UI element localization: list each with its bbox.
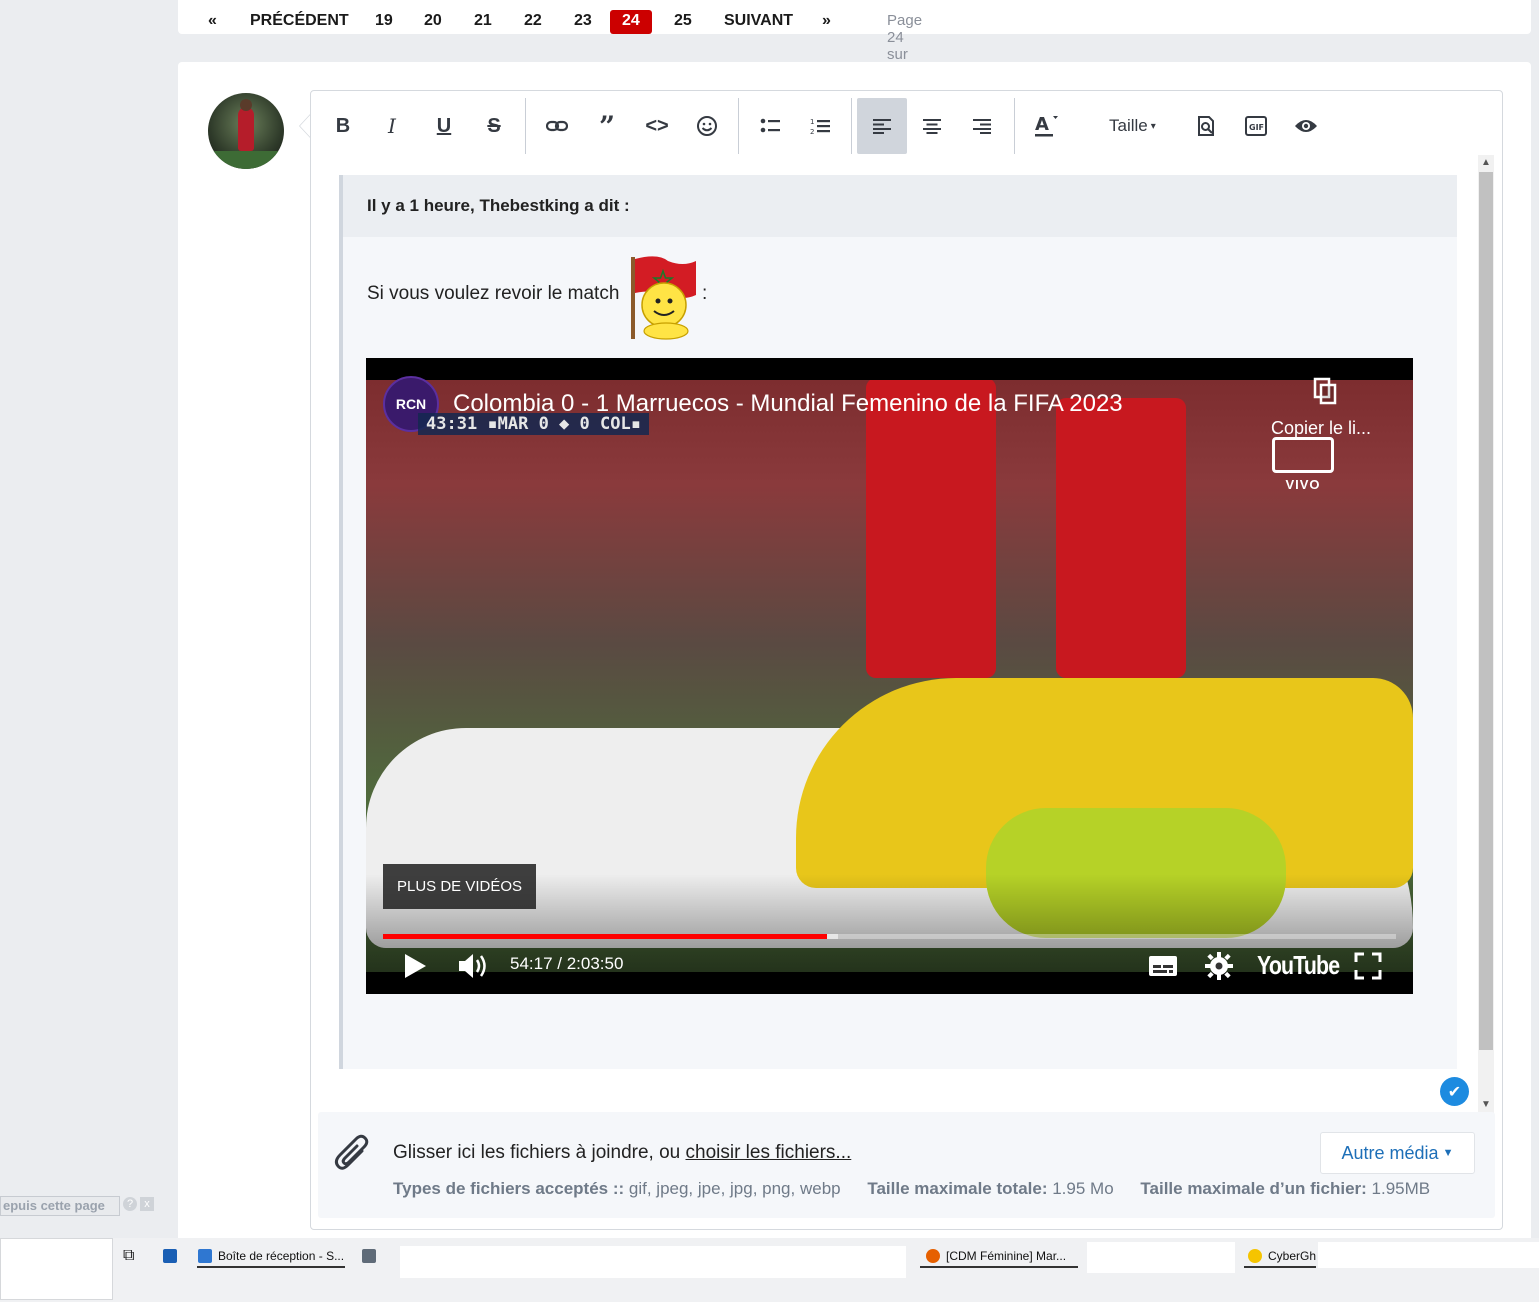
- svg-text:1: 1: [810, 118, 814, 126]
- prev-page-link[interactable]: PRÉCÉDENT: [250, 12, 349, 30]
- spellcheck-ok-icon[interactable]: ✔: [1440, 1077, 1469, 1106]
- taskbar-mail[interactable]: Boîte de réception - S...: [198, 1244, 344, 1268]
- align-center-icon[interactable]: [907, 98, 957, 154]
- video-time: 54:17 / 2:03:50: [510, 954, 624, 973]
- cyberghost-icon: [1248, 1249, 1262, 1263]
- attachment-dropzone[interactable]: [318, 1112, 1495, 1218]
- choose-files-link[interactable]: choisir les fichiers...: [686, 1142, 852, 1163]
- translate-bar[interactable]: epuis cette page: [0, 1196, 120, 1216]
- page-link[interactable]: 19: [375, 12, 393, 30]
- task-view-icon[interactable]: ⧉: [123, 1244, 134, 1268]
- more-videos-button[interactable]: PLUS DE VIDÉOS: [383, 864, 536, 909]
- align-right-icon[interactable]: [957, 98, 1007, 154]
- calculator-icon[interactable]: [362, 1244, 376, 1268]
- copy-link-icon[interactable]: [1313, 377, 1337, 405]
- taskbar-firefox[interactable]: [CDM Féminine] Mar...: [926, 1244, 1066, 1268]
- store-icon[interactable]: [163, 1244, 177, 1268]
- bold-button[interactable]: B: [318, 98, 368, 154]
- gif-icon[interactable]: GIF: [1231, 98, 1281, 154]
- page-link[interactable]: 20: [424, 12, 442, 30]
- last-page-icon[interactable]: »: [822, 12, 831, 30]
- help-icon[interactable]: ?: [123, 1197, 137, 1211]
- numbered-list-icon[interactable]: 12: [795, 98, 845, 154]
- paperclip-icon: [334, 1133, 372, 1173]
- volume-icon[interactable]: [457, 952, 489, 985]
- youtube-logo[interactable]: YouTube: [1257, 950, 1340, 981]
- quote-text: Si vous voulez revoir le match: [367, 283, 620, 304]
- align-left-icon[interactable]: [857, 98, 907, 154]
- svg-text:GIF: GIF: [1249, 123, 1264, 132]
- settings-gear-icon[interactable]: [1205, 952, 1233, 985]
- page-link[interactable]: 23: [574, 12, 592, 30]
- quote-attribution[interactable]: Il y a 1 heure, Thebestking a dit :: [367, 196, 630, 216]
- editor-toolbar: B I U S ” <> 12 A Taille ▾ GIF: [311, 92, 1501, 158]
- page-link[interactable]: 22: [524, 12, 542, 30]
- scrollbar-thumb[interactable]: [1479, 172, 1493, 1050]
- video-progress-fill: [383, 934, 827, 939]
- svg-text:A: A: [1035, 114, 1049, 135]
- current-page[interactable]: 24: [610, 10, 652, 34]
- svg-text:2: 2: [810, 128, 814, 136]
- play-icon[interactable]: [403, 953, 427, 984]
- channel-watermark: VIVO: [1271, 437, 1335, 493]
- page-link[interactable]: 25: [674, 12, 692, 30]
- code-icon[interactable]: <>: [632, 98, 682, 154]
- eye-icon[interactable]: [1281, 98, 1331, 154]
- firefox-icon: [926, 1249, 940, 1263]
- page-link[interactable]: 21: [474, 12, 492, 30]
- strikethrough-button[interactable]: S: [469, 98, 519, 154]
- copy-link-label[interactable]: Copier le li...: [1271, 418, 1371, 439]
- taskbar-search[interactable]: [0, 1238, 113, 1300]
- other-media-button[interactable]: Autre média ▼: [1320, 1132, 1475, 1174]
- next-page-link[interactable]: SUIVANT: [724, 12, 793, 30]
- moroccan-flag-smiley: [628, 253, 698, 341]
- bullet-list-icon[interactable]: [745, 98, 795, 154]
- link-icon[interactable]: [532, 98, 582, 154]
- file-constraints: Types de fichiers acceptés :: gif, jpeg,…: [393, 1179, 1431, 1198]
- scroll-down-icon[interactable]: ▼: [1478, 1097, 1494, 1113]
- preview-icon[interactable]: [1181, 98, 1231, 154]
- first-page-icon[interactable]: «: [208, 12, 217, 30]
- underline-button[interactable]: U: [419, 98, 469, 154]
- close-icon[interactable]: x: [140, 1197, 154, 1211]
- font-size-dropdown[interactable]: Taille ▾: [1109, 98, 1156, 154]
- smiley-icon[interactable]: [682, 98, 732, 154]
- mail-icon: [198, 1249, 212, 1263]
- italic-button[interactable]: I: [367, 98, 417, 154]
- taskbar-cyberghost[interactable]: CyberGh: [1248, 1244, 1316, 1268]
- scroll-up-icon[interactable]: ▲: [1478, 155, 1494, 171]
- quote-icon[interactable]: ”: [582, 98, 632, 154]
- avatar[interactable]: [208, 93, 284, 169]
- video-title[interactable]: Colombia 0 - 1 Marruecos - Mundial Femen…: [453, 390, 1123, 418]
- text-color-icon[interactable]: A: [1021, 98, 1071, 154]
- subtitles-icon[interactable]: [1148, 954, 1178, 983]
- quote-colon: :: [702, 283, 708, 304]
- dropzone-text: Glisser ici les fichiers à joindre, ou c…: [393, 1142, 852, 1163]
- fullscreen-icon[interactable]: [1354, 952, 1382, 985]
